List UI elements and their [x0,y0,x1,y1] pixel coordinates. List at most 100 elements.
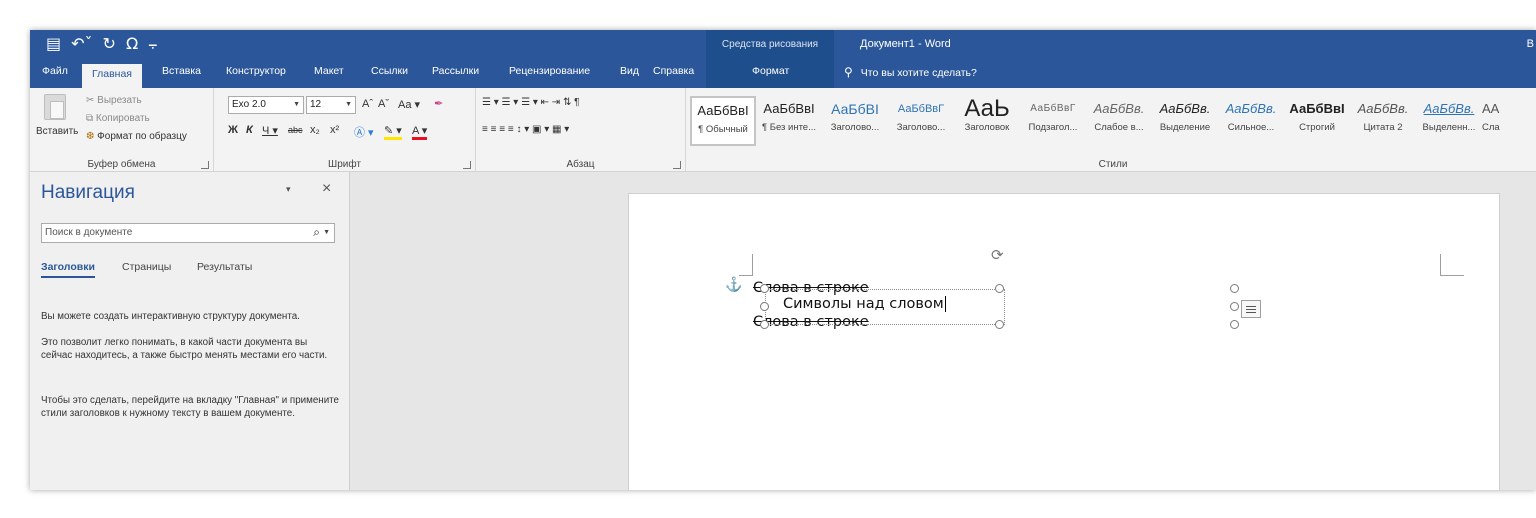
tab-view[interactable]: Вид [620,65,639,77]
grow-font-button[interactable]: Aˆ [362,98,373,110]
italic-button[interactable]: К [246,124,253,136]
highlight-button[interactable]: ✎ ▾ [384,124,402,140]
style-emphasis[interactable]: АаБбВв. Выделение [1152,96,1218,146]
tab-headings[interactable]: Заголовки [41,261,95,278]
navigation-pane: Навигация ▾ × Поиск в документе ⌕ ▼ Заго… [30,172,350,490]
style-preview: АаБбВв. [1159,101,1211,116]
style-subtle-reference[interactable]: АА Сла [1482,96,1536,146]
style-subtle-emphasis[interactable]: АаБбВв. Слабое в... [1086,96,1152,146]
font-launcher-icon[interactable] [463,161,471,169]
font-group-label: Шрифт [328,159,361,170]
clipboard-launcher-icon[interactable] [201,161,209,169]
paste-button[interactable]: Вставить [36,126,78,137]
tab-home[interactable]: Главная [82,64,142,88]
superscript-button[interactable]: x² [330,124,339,136]
context-group-label: Средства рисования [706,30,834,60]
resize-handle-top-right[interactable] [1230,284,1239,293]
paragraph-launcher-icon[interactable] [673,161,681,169]
style-title[interactable]: АаЬ Заголовок [954,96,1020,146]
tab-pages[interactable]: Страницы [122,261,171,273]
document-page[interactable]: ⚓ ⟳ Слова в строке Слова в строке Символ… [628,193,1500,490]
search-input[interactable]: Поиск в документе ⌕ ▼ [41,223,335,243]
tab-results[interactable]: Результаты [197,261,252,273]
tab-insert[interactable]: Вставка [162,65,201,77]
pane-options-icon[interactable]: ▾ [286,184,291,195]
tab-format[interactable]: Формат [752,65,789,77]
tab-file[interactable]: Файл [42,65,68,77]
cut-button[interactable]: ✂ Вырезать [86,95,142,106]
text-box-frame[interactable]: Символы над словом [765,289,1005,325]
font-group: Exo 2.0 ▼ 12 ▼ Aˆ Aˇ Aa ▾ ✒ Ж К Ч ▾ abc x₂… [214,88,476,172]
style-intense-quote[interactable]: АаБбВв. Выделенн... [1416,96,1482,146]
tab-mailings[interactable]: Рассылки [432,65,479,77]
close-icon[interactable]: × [322,180,331,198]
resize-handle-right[interactable] [1230,302,1239,311]
bold-button[interactable]: Ж [228,124,238,136]
tab-references[interactable]: Ссылки [371,65,408,77]
text-box-content[interactable]: Символы над словом [783,296,946,312]
font-name-combo[interactable]: Exo 2.0 ▼ [228,96,304,114]
resize-handle-top[interactable] [995,284,1004,293]
user-initial[interactable]: В [1527,38,1534,50]
chevron-down-icon[interactable]: ▼ [323,224,330,242]
resize-handle-bottom-left[interactable] [760,320,769,329]
format-painter-label: Формат по образцу [97,131,187,142]
style-name: Выделение [1159,122,1211,133]
resize-handle-top-left[interactable] [760,284,769,293]
underline-button[interactable]: Ч ▾ [262,124,278,137]
redo-icon[interactable]: ↻ [103,34,116,54]
paragraph-group-label: Абзац [566,159,595,170]
save-icon[interactable]: ▤ [46,34,61,54]
tell-me-box[interactable]: ⚲ Что вы хотите сделать? [844,65,977,79]
style-preview: АаБбВв. [1225,101,1277,116]
tab-review[interactable]: Рецензирование [509,65,590,77]
omega-icon[interactable]: Ω [126,34,138,54]
margin-mark-right [1440,254,1464,276]
style-name: Сильное... [1227,122,1275,133]
paste-icon[interactable] [44,94,66,120]
clear-formatting-button[interactable]: ✒ [434,97,443,110]
resize-handle-bottom[interactable] [995,320,1004,329]
style-quote[interactable]: АаБбВв. Цитата 2 [1350,96,1416,146]
style-name: Заголово... [830,122,880,133]
style-no-spacing[interactable]: АаБбВвІ ¶ Без инте... [756,96,822,146]
style-name: Строгий [1299,122,1335,133]
tab-help[interactable]: Справка [653,65,694,77]
style-heading-1[interactable]: АаБбВІ Заголово... [822,96,888,146]
style-subtitle[interactable]: АаБбВвГ Подзагол... [1020,96,1086,146]
paragraph-row2-buttons[interactable]: ≡ ≡ ≡ ≡ ↕ ▾ ▣ ▾ ▦ ▾ [482,124,569,135]
copy-button[interactable]: ⧉ Копировать [86,113,150,124]
style-intense-emphasis[interactable]: АаБбВв. Сильное... [1218,96,1284,146]
text-effects-button[interactable]: Ⓐ ▾ [354,124,374,140]
resize-handle-left[interactable] [760,302,769,311]
layout-options-icon[interactable] [1241,300,1261,318]
font-color-button[interactable]: A ▾ [412,124,428,140]
format-painter-button[interactable]: ❆ Формат по образцу [86,131,187,142]
subscript-button[interactable]: x₂ [310,124,320,136]
font-size-combo[interactable]: 12 ▼ [306,96,356,114]
nav-hint-3: Чтобы это сделать, перейдите на вкладку … [41,395,340,419]
shrink-font-button[interactable]: Aˇ [378,98,389,110]
paragraph-row1-buttons[interactable]: ☰ ▾ ☰ ▾ ☰ ▾ ⇤ ⇥ ⇅ ¶ [482,97,579,108]
scissors-icon: ✂ [86,95,98,106]
style-normal[interactable]: АаБбВвІ ¶ Обычный [690,96,756,146]
resize-handle-bottom-right[interactable] [1230,320,1239,329]
style-heading-2[interactable]: АаБбВвГ Заголово... [888,96,954,146]
style-name: Выделенн... [1422,122,1476,133]
anchor-icon[interactable]: ⚓ [725,276,742,293]
search-icon[interactable]: ⌕ [313,223,320,241]
undo-icon[interactable]: ↶ˇ [71,34,92,54]
strikethrough-button[interactable]: abc [288,125,303,135]
clipboard-group-label: Буфер обмена [87,159,156,170]
rotate-handle-icon[interactable]: ⟳ [991,246,1004,264]
chevron-down-icon: ▼ [293,101,300,108]
tab-layout[interactable]: Макет [314,65,344,77]
style-preview: АаБбВвІ [697,103,749,118]
nav-title: Навигация [41,182,135,203]
tab-design[interactable]: Конструктор [226,65,286,77]
lightbulb-icon: ⚲ [844,65,853,79]
customize-icon[interactable]: ⨪ [148,34,157,54]
style-strong[interactable]: АаБбВвІ Строгий [1284,96,1350,146]
style-name: ¶ Обычный [698,124,748,135]
change-case-button[interactable]: Aa ▾ [398,98,420,111]
